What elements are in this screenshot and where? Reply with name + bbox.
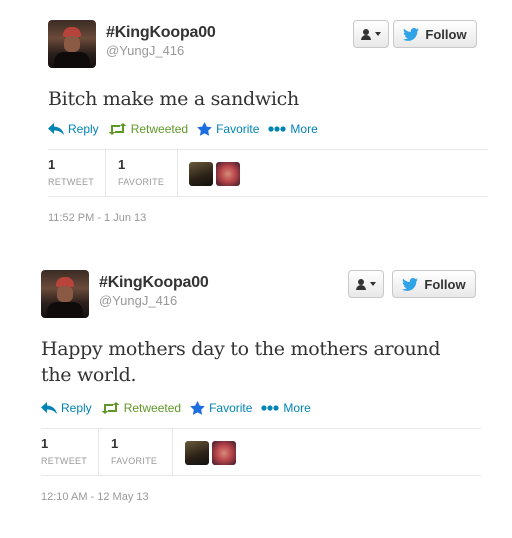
- follow-button[interactable]: Follow: [393, 20, 477, 48]
- favorite-count-label: FAVORITE: [111, 456, 158, 466]
- tweet-text-line: the world.: [41, 364, 137, 386]
- user-actions-button[interactable]: [353, 20, 389, 48]
- stats-divider: [177, 150, 178, 196]
- favorite-count[interactable]: 1 FAVORITE: [118, 157, 164, 187]
- stats-divider: [105, 150, 106, 196]
- star-icon: [190, 401, 205, 415]
- favorite-label: Favorite: [216, 122, 260, 136]
- user-names[interactable]: #KingKoopa00 @YungJ_416: [106, 24, 216, 58]
- star-icon: [197, 122, 212, 136]
- follow-label: Follow: [425, 26, 467, 42]
- favoriter-avatar[interactable]: [216, 162, 240, 186]
- favoriter-avatar[interactable]: [185, 441, 209, 465]
- tweet-actions: Reply Retweeted Favorite More: [48, 122, 327, 136]
- user-names[interactable]: #KingKoopa00 @YungJ_416: [99, 274, 209, 308]
- avatar[interactable]: [48, 20, 96, 68]
- reply-label: Reply: [61, 401, 92, 415]
- tweet-text: Happy mothers day to the mothers around …: [41, 336, 441, 388]
- more-action[interactable]: More: [261, 401, 311, 415]
- retweet-count-label: RETWEET: [41, 456, 88, 466]
- favorite-label: Favorite: [209, 401, 253, 415]
- retweet-count-value: 1: [48, 157, 56, 172]
- retweet-icon: [101, 402, 120, 414]
- avatar[interactable]: [41, 270, 89, 318]
- user-icon: [356, 278, 366, 290]
- retweet-action[interactable]: Retweeted: [101, 401, 181, 415]
- tweet-text: Bitch make me a sandwich: [48, 88, 299, 110]
- follow-button[interactable]: Follow: [392, 270, 476, 298]
- retweet-action[interactable]: Retweeted: [108, 122, 188, 136]
- tweet-stats: 1 RETWEET 1 FAVORITE: [41, 428, 481, 476]
- reply-action[interactable]: Reply: [41, 401, 92, 415]
- tweet-timestamp[interactable]: 11:52 PM - 1 Jun 13: [48, 212, 146, 224]
- favoriter-avatar[interactable]: [212, 441, 236, 465]
- reply-action[interactable]: Reply: [48, 122, 99, 136]
- retweeted-label: Retweeted: [123, 401, 182, 415]
- more-action[interactable]: More: [268, 122, 318, 136]
- retweet-count-value: 1: [41, 436, 49, 451]
- favorite-action[interactable]: Favorite: [190, 401, 252, 415]
- favorite-count-label: FAVORITE: [118, 177, 165, 187]
- user-actions-button[interactable]: [348, 270, 384, 298]
- bird-icon: [403, 27, 420, 41]
- reply-label: Reply: [68, 122, 99, 136]
- favorite-action[interactable]: Favorite: [197, 122, 259, 136]
- favorite-count-value: 1: [118, 157, 126, 172]
- reply-icon: [41, 402, 57, 414]
- stats-divider: [172, 429, 173, 475]
- more-dots-icon: [261, 405, 280, 411]
- user-icon: [361, 28, 371, 40]
- more-label: More: [290, 122, 318, 136]
- caret-down-icon: [370, 282, 376, 286]
- favorite-count-value: 1: [111, 436, 119, 451]
- stats-divider: [98, 429, 99, 475]
- retweet-count[interactable]: 1 RETWEET: [41, 436, 87, 466]
- screen-name[interactable]: @YungJ_416: [99, 293, 209, 308]
- full-name[interactable]: #KingKoopa00: [99, 274, 209, 292]
- follow-label: Follow: [424, 276, 466, 292]
- tweet-timestamp[interactable]: 12:10 AM - 12 May 13: [41, 491, 149, 503]
- retweet-icon: [108, 123, 127, 135]
- retweeted-label: Retweeted: [130, 122, 189, 136]
- tweet-actions: Reply Retweeted Favorite More: [41, 401, 320, 415]
- screen-name[interactable]: @YungJ_416: [106, 43, 216, 58]
- caret-down-icon: [375, 32, 381, 36]
- more-label: More: [283, 401, 311, 415]
- favorite-count[interactable]: 1 FAVORITE: [111, 436, 157, 466]
- reply-icon: [48, 123, 64, 135]
- tweet-stats: 1 RETWEET 1 FAVORITE: [48, 149, 488, 197]
- tweet-text-line: Happy mothers day to the mothers around: [41, 338, 441, 360]
- full-name[interactable]: #KingKoopa00: [106, 24, 216, 42]
- retweet-count[interactable]: 1 RETWEET: [48, 157, 94, 187]
- more-dots-icon: [268, 126, 287, 132]
- bird-icon: [402, 277, 419, 291]
- retweet-count-label: RETWEET: [48, 177, 95, 187]
- favoriter-avatar[interactable]: [189, 162, 213, 186]
